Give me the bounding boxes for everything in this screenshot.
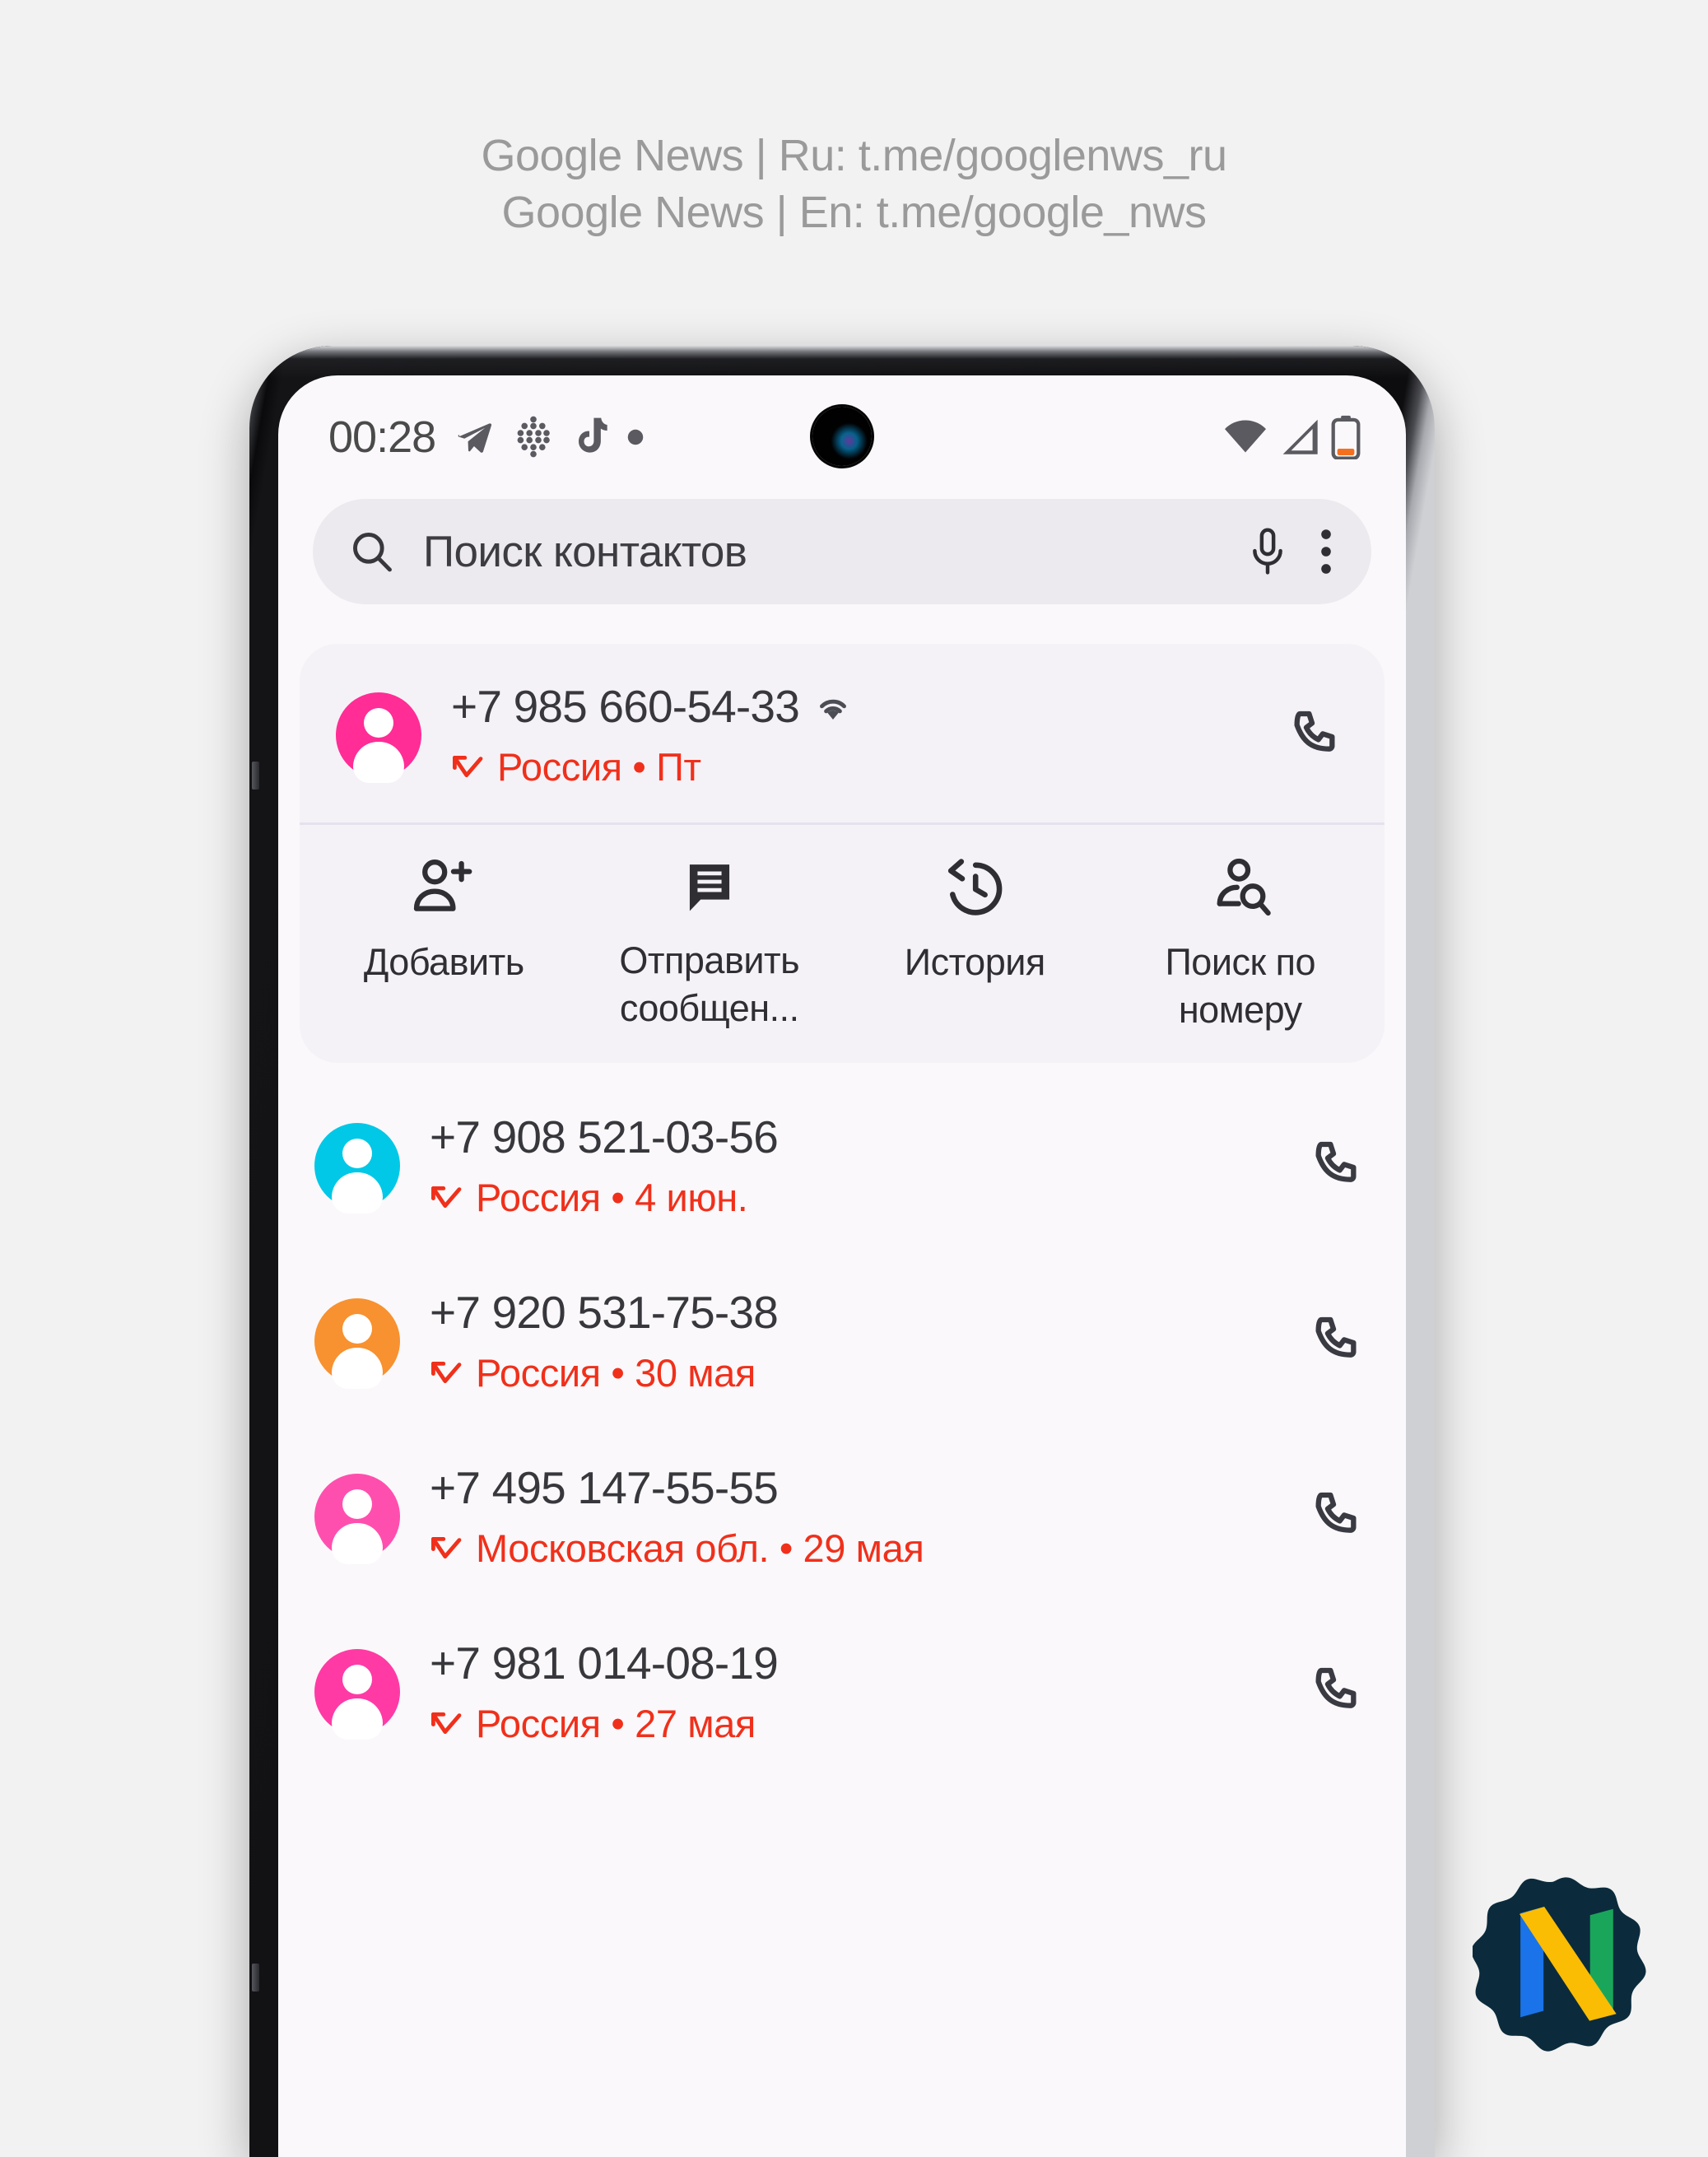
contact-text: +7 908 521-03-56 Россия • 4 июн. xyxy=(430,1111,1273,1220)
selected-contact-row[interactable]: +7 985 660-54-33 Россия • Пт xyxy=(300,644,1385,822)
action-label: Отправить сообщен... xyxy=(619,939,800,1029)
google-news-logo xyxy=(1473,1875,1660,2062)
avatar xyxy=(314,1297,400,1384)
battery-low-icon xyxy=(1331,415,1361,459)
contact-text: +7 495 147-55-55 Московская обл. • 29 ма… xyxy=(430,1461,1273,1571)
selected-contact-text: +7 985 660-54-33 Россия • Пт xyxy=(451,680,1251,790)
phone-screen: 00:28 Поиск контактов +7 985 660-54-33 Р… xyxy=(278,375,1406,2157)
signal-icon xyxy=(1278,417,1321,458)
contact-subtitle-line: Московская обл. • 29 мая xyxy=(430,1526,1273,1571)
action-search-by-number[interactable]: Поиск по номеру xyxy=(1108,856,1374,1033)
missed-incoming-call-icon xyxy=(430,1535,463,1562)
message-icon xyxy=(678,856,741,919)
contact-text: +7 981 014-08-19 Россия • 27 мая xyxy=(430,1637,1273,1746)
dot-icon xyxy=(626,428,645,446)
status-clock: 00:28 xyxy=(328,412,436,462)
avatar xyxy=(314,1473,400,1559)
volume-up-button[interactable] xyxy=(252,762,259,790)
contact-list-item[interactable]: +7 920 531-75-38 Россия • 30 мая xyxy=(278,1253,1406,1428)
contact-subtitle-line: Россия • 4 июн. xyxy=(430,1175,1273,1220)
front-camera-punch-hole xyxy=(812,407,872,466)
missed-incoming-call-icon xyxy=(430,1711,463,1737)
search-icon xyxy=(349,529,395,575)
search-bar-container: Поиск контактов xyxy=(278,499,1406,604)
contact-list: +7 908 521-03-56 Россия • 4 июн. +7 920 … xyxy=(278,1078,1406,1779)
missed-incoming-call-icon xyxy=(430,1185,463,1211)
missed-incoming-call-icon xyxy=(451,754,484,780)
action-send-message[interactable]: Отправить сообщен... xyxy=(577,856,843,1033)
avatar xyxy=(314,1122,400,1209)
contact-number-line: +7 908 521-03-56 xyxy=(430,1111,1273,1163)
missed-incoming-call-icon xyxy=(430,1360,463,1386)
contact-subtitle: Россия • 27 мая xyxy=(476,1702,756,1746)
action-add-contact[interactable]: Добавить xyxy=(311,856,577,1033)
selected-contact-number-line: +7 985 660-54-33 xyxy=(451,680,1251,733)
action-label: История xyxy=(904,941,1046,983)
call-button[interactable] xyxy=(1302,1484,1373,1549)
contact-number-line: +7 981 014-08-19 xyxy=(430,1637,1273,1689)
status-bar: 00:28 xyxy=(278,375,1406,499)
telegram-icon xyxy=(454,416,496,459)
contact-action-row: Добавить Отправить сообщен... История По… xyxy=(300,825,1385,1063)
avatar xyxy=(314,1648,400,1735)
contact-list-item[interactable]: +7 495 147-55-55 Московская обл. • 29 ма… xyxy=(278,1428,1406,1604)
action-label: Добавить xyxy=(363,941,524,983)
tiktok-icon xyxy=(570,416,608,459)
contact-subtitle: Россия • 4 июн. xyxy=(476,1176,748,1220)
contact-subtitle: Россия • 30 мая xyxy=(476,1351,756,1395)
contact-number-line: +7 920 531-75-38 xyxy=(430,1286,1273,1339)
more-vert-icon[interactable] xyxy=(1315,528,1337,575)
status-bar-left: 00:28 xyxy=(328,412,645,463)
contact-number: +7 985 660-54-33 xyxy=(451,681,800,732)
contact-number: +7 981 014-08-19 xyxy=(430,1638,779,1689)
call-button[interactable] xyxy=(1302,1308,1373,1374)
contact-number: +7 908 521-03-56 xyxy=(430,1111,779,1163)
channel-header-line-en: Google News | En: t.me/google_nws xyxy=(501,188,1208,238)
search-bar[interactable]: Поиск контактов xyxy=(313,499,1371,604)
person-add-icon xyxy=(412,856,476,920)
contact-number-line: +7 495 147-55-55 xyxy=(430,1461,1273,1514)
channel-header-line-ru: Google News | Ru: t.me/googlenws_ru xyxy=(481,131,1227,180)
selected-contact-card: +7 985 660-54-33 Россия • Пт Добавить От… xyxy=(300,644,1385,1064)
contact-number: +7 495 147-55-55 xyxy=(430,1462,779,1514)
microphone-icon[interactable] xyxy=(1248,528,1287,575)
search-input[interactable]: Поиск контактов xyxy=(423,527,1220,577)
call-button[interactable] xyxy=(1302,1659,1373,1725)
power-button[interactable] xyxy=(252,1964,259,1992)
action-history[interactable]: История xyxy=(842,856,1108,1033)
contact-subtitle-line: Россия • 27 мая xyxy=(430,1701,1273,1746)
contact-number: +7 920 531-75-38 xyxy=(430,1287,779,1339)
status-bar-right xyxy=(1222,415,1361,459)
history-icon xyxy=(942,856,1007,920)
channel-header: Google News | Ru: t.me/googlenws_ru Goog… xyxy=(0,128,1708,241)
avatar xyxy=(336,692,421,778)
phone-frame: 00:28 Поиск контактов +7 985 660-54-33 Р… xyxy=(249,346,1435,2157)
contact-subtitle: Россия • Пт xyxy=(497,745,701,789)
wifi-calling-icon xyxy=(814,691,852,722)
person-search-icon xyxy=(1208,856,1273,920)
contact-subtitle-line: Россия • 30 мая xyxy=(430,1350,1273,1395)
contact-text: +7 920 531-75-38 Россия • 30 мая xyxy=(430,1286,1273,1395)
dots-grid-icon xyxy=(514,416,552,459)
selected-contact-subtitle-line: Россия • Пт xyxy=(451,744,1251,790)
contact-list-item[interactable]: +7 981 014-08-19 Россия • 27 мая xyxy=(278,1604,1406,1779)
wifi-icon xyxy=(1222,417,1268,458)
contact-list-item[interactable]: +7 908 521-03-56 Россия • 4 июн. xyxy=(278,1078,1406,1253)
contact-subtitle: Московская обл. • 29 мая xyxy=(476,1526,924,1571)
action-label: Поиск по номеру xyxy=(1165,941,1316,1031)
call-button[interactable] xyxy=(1302,1133,1373,1199)
call-button[interactable] xyxy=(1281,702,1352,768)
